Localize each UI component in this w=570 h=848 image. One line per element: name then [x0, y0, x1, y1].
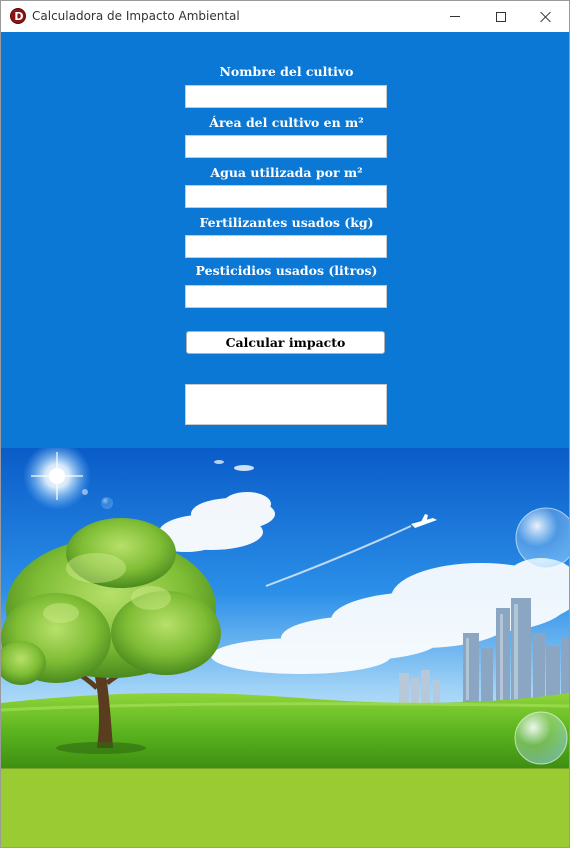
fertilizer-input[interactable]	[185, 235, 387, 258]
app-logo-icon: D	[10, 8, 26, 24]
pesticide-input[interactable]	[185, 285, 387, 308]
crop-area-label: Área del cultivo en m²	[209, 115, 364, 130]
result-display	[185, 384, 387, 425]
water-label: Agua utilizada por m²	[210, 165, 363, 180]
bubble-icon	[515, 507, 569, 569]
close-button[interactable]	[523, 1, 569, 32]
title-bar[interactable]: D Calculadora de Impacto Ambiental	[1, 1, 569, 32]
pesticide-label: Pesticidios usados (litros)	[195, 263, 378, 278]
bottom-panel	[1, 768, 569, 847]
bubble-icon	[514, 711, 568, 765]
crop-name-input[interactable]	[185, 85, 387, 108]
maximize-icon	[496, 11, 506, 22]
maximize-button[interactable]	[478, 1, 524, 32]
minimize-icon	[450, 16, 460, 17]
app-logo-letter: D	[14, 10, 24, 23]
form-panel: Nombre del cultivo Área del cultivo en m…	[1, 32, 569, 448]
crop-area-input[interactable]	[185, 135, 387, 158]
close-icon	[540, 11, 552, 23]
water-input[interactable]	[185, 185, 387, 208]
app-window: D Calculadora de Impacto Ambiental Nombr…	[0, 0, 570, 848]
crop-name-label: Nombre del cultivo	[219, 64, 354, 79]
minimize-button[interactable]	[432, 1, 478, 32]
landscape-image	[1, 448, 569, 768]
window-title: Calculadora de Impacto Ambiental	[32, 9, 240, 23]
calculate-impact-button[interactable]: Calcular impacto	[186, 331, 385, 354]
fertilizer-label: Fertilizantes usados (kg)	[199, 215, 374, 230]
